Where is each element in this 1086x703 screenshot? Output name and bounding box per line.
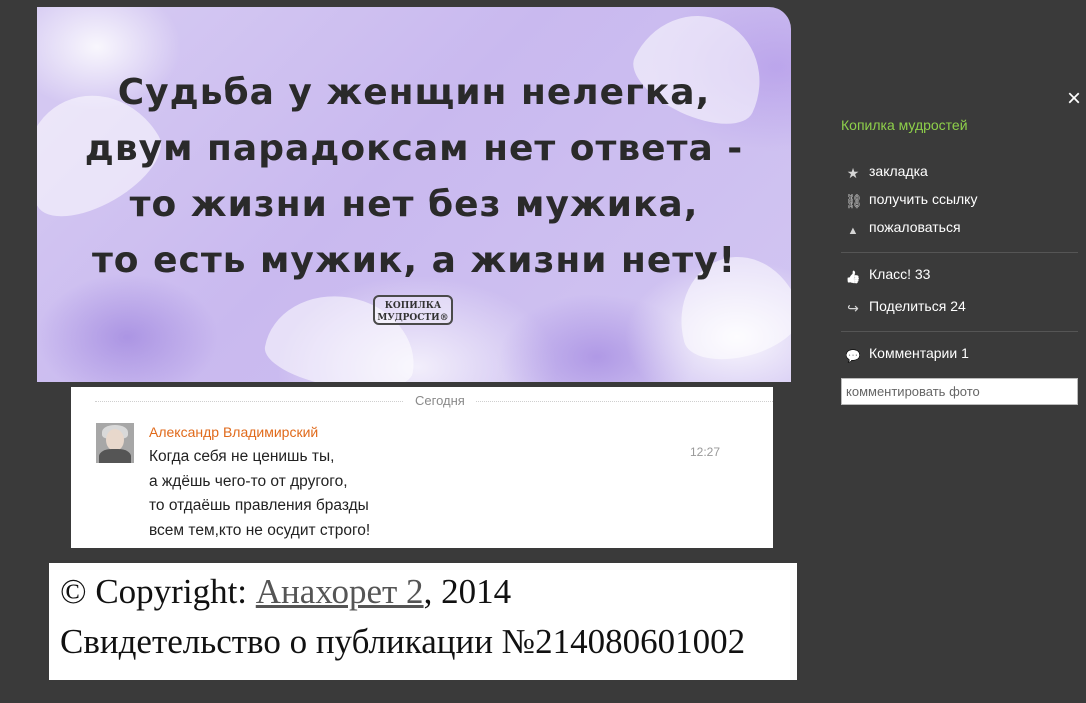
date-label: Сегодня — [404, 393, 476, 408]
link-icon: ⛓ — [845, 193, 863, 209]
comment-text: Когда себя не ценишь ты, а ждёшь чего-то… — [149, 448, 371, 539]
author-link[interactable]: Анахорет 2 — [256, 572, 424, 611]
comments-panel: Сегодня Александр Владимирский Когда себ… — [71, 387, 773, 548]
klass-button[interactable]: 👍 Класс! 33 — [845, 266, 931, 284]
comment-input[interactable] — [841, 378, 1078, 405]
album-link[interactable]: Копилка мудростей — [841, 117, 968, 133]
comments-count[interactable]: 💬 Комментарии 1 — [845, 345, 969, 363]
bookmark-label: закладка — [869, 163, 928, 179]
stamp-line: МУДРОСТИ® — [377, 313, 449, 323]
certificate-line: Свидетельство о публикации №214080601002 — [60, 622, 746, 661]
share-label: Поделиться 24 — [869, 298, 966, 314]
star-icon: ★ — [846, 165, 860, 181]
report-label: пожаловаться — [869, 219, 961, 235]
post-photo[interactable]: Судьба у женщин нелегка, двум парадоксам… — [37, 7, 791, 382]
quote-line: то жизни нет без мужика, — [129, 184, 699, 225]
quote-line: Судьба у женщин нелегка, — [117, 72, 711, 113]
watermark-stamp: КОПИЛКА МУДРОСТИ® — [373, 295, 453, 325]
copyright-suffix: , 2014 — [423, 572, 512, 611]
divider — [841, 252, 1078, 253]
avatar[interactable] — [96, 423, 134, 463]
comments-count-label: Комментарии 1 — [869, 345, 969, 361]
warning-icon: ▲ — [847, 225, 859, 237]
copyright-line: © Copyright: Анахорет 2, 2014 — [60, 567, 511, 617]
share-arrow-icon: ↪ — [847, 300, 859, 316]
photo-quote: Судьба у женщин нелегка, двум парадоксам… — [37, 65, 791, 289]
report-action[interactable]: ▲ пожаловаться — [845, 219, 961, 238]
close-icon[interactable]: × — [1064, 87, 1084, 111]
share-button[interactable]: ↪ Поделиться 24 — [845, 298, 966, 315]
comment-author[interactable]: Александр Владимирский — [149, 424, 318, 440]
comment-time: 12:27 — [690, 445, 721, 459]
quote-line: двум парадоксам нет ответа - — [84, 128, 744, 169]
get-link-action[interactable]: ⛓ получить ссылку — [845, 191, 977, 208]
get-link-label: получить ссылку — [869, 191, 978, 207]
divider — [841, 331, 1078, 332]
copyright-prefix: © Copyright: — [60, 572, 256, 611]
stamp-line: КОПИЛКА — [384, 301, 442, 311]
thumbs-up-icon: 👍 — [845, 270, 861, 284]
copyright-box: © Copyright: Анахорет 2, 2014 Свидетельс… — [49, 563, 797, 680]
bookmark-action[interactable]: ★ закладка — [845, 163, 928, 180]
speech-bubble-icon: 💬 — [845, 349, 861, 363]
quote-line: то есть мужик, а жизни нету! — [91, 240, 737, 281]
klass-label: Класс! 33 — [869, 266, 931, 282]
